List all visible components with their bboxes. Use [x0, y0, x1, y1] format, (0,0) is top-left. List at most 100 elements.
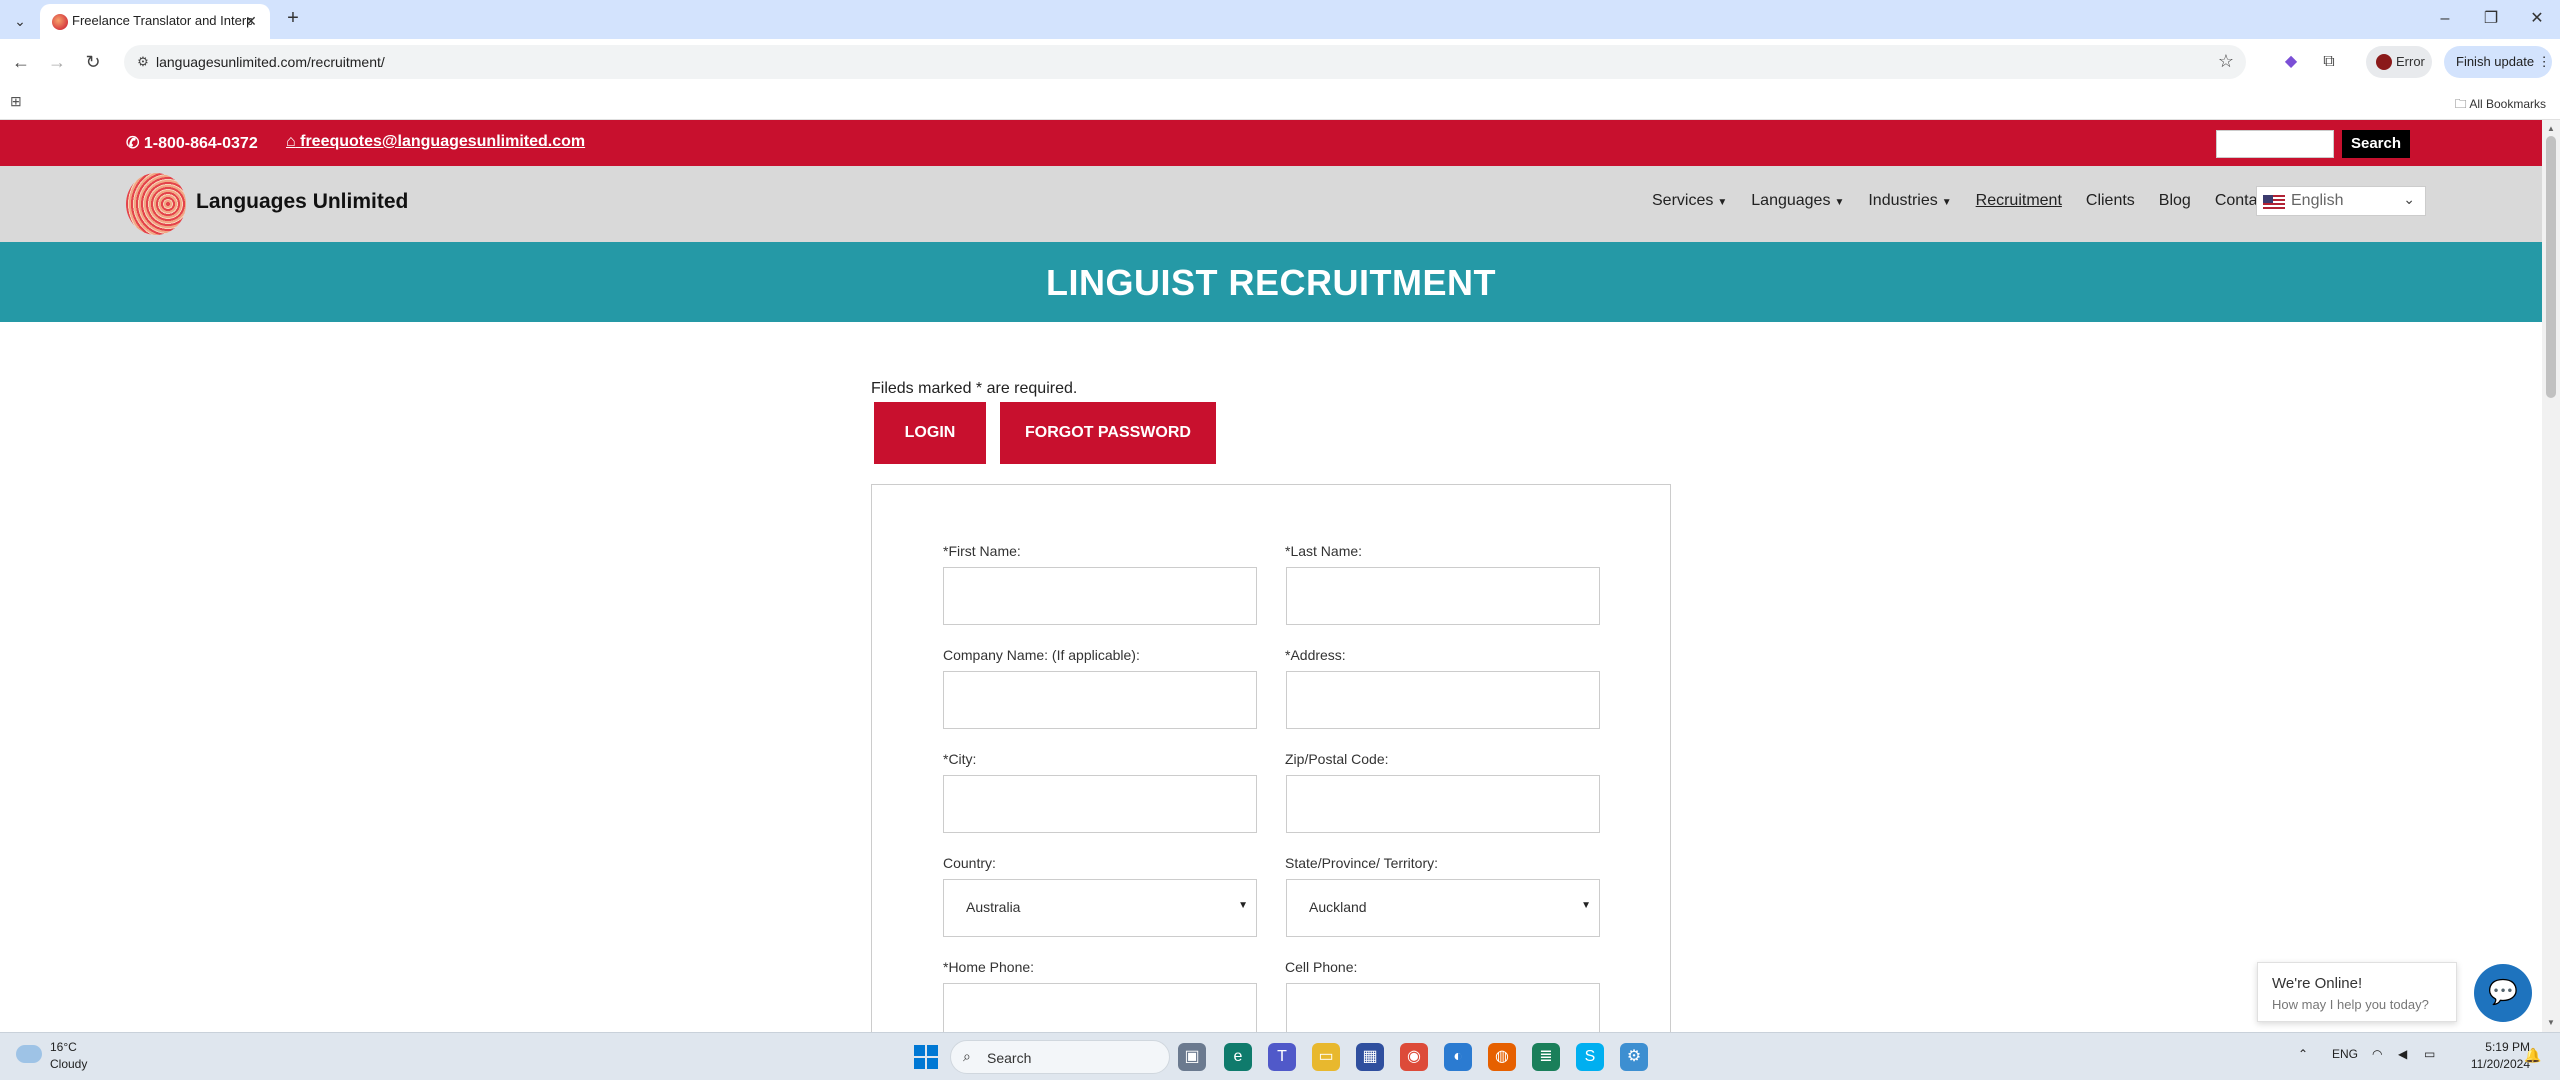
chat-prompt[interactable]: We're Online! How may I help you today? [2257, 962, 2457, 1022]
tab-close-icon[interactable]: ✕ [242, 12, 260, 30]
apps-grid-icon[interactable]: ⊞ [10, 93, 28, 111]
battery-icon[interactable]: ▭ [2424, 1047, 2435, 1061]
address-field[interactable] [1286, 671, 1600, 729]
back-icon[interactable]: ← [10, 51, 32, 73]
taskbar-search-label: Search [987, 1050, 1032, 1066]
nav-item-clients[interactable]: Clients [2086, 192, 2135, 216]
state-select[interactable]: Auckland ▼ [1286, 879, 1600, 937]
network-app-icon[interactable]: ⚙ [1620, 1043, 1648, 1071]
firefox-icon[interactable]: ◍ [1488, 1043, 1516, 1071]
bookmark-star-icon[interactable]: ☆ [2218, 51, 2234, 72]
url-text: languagesunlimited.com/recruitment/ [156, 54, 385, 70]
scroll-up-icon[interactable]: ▲ [2546, 124, 2556, 134]
volume-icon[interactable]: ◀ [2398, 1047, 2407, 1061]
nav-item-services[interactable]: Services ▼ [1652, 192, 1727, 216]
country-label: Country: [943, 855, 996, 871]
nav-item-recruitment[interactable]: Recruitment [1976, 192, 2062, 216]
caret-down-icon: ▼ [1238, 900, 1248, 911]
site-search-button[interactable]: Search [2342, 130, 2410, 158]
taskbar-search[interactable]: ⌕ Search [950, 1040, 1170, 1074]
logo-icon[interactable] [126, 173, 186, 235]
edge-icon[interactable]: e [1224, 1043, 1252, 1071]
address-bar[interactable]: ⚙ languagesunlimited.com/recruitment/ ☆ [124, 45, 2246, 79]
caret-down-icon: ▼ [1717, 197, 1728, 208]
nav-item-blog[interactable]: Blog [2159, 192, 2191, 216]
caret-down-icon: ▼ [1581, 900, 1591, 911]
reload-icon[interactable]: ↻ [82, 51, 104, 73]
login-button[interactable]: LOGIN [874, 402, 986, 464]
folder-icon: 🗀 [2454, 97, 2467, 111]
country-value: Australia [966, 899, 1021, 915]
home-icon: ⌂ [286, 133, 296, 150]
profile-error-button[interactable]: Error [2366, 46, 2432, 78]
start-icon[interactable] [914, 1045, 938, 1069]
finish-update-button[interactable]: Finish update ⋮ [2444, 46, 2552, 78]
email-link[interactable]: ⌂ freequotes@languagesunlimited.com [286, 133, 585, 151]
page-scrollbar[interactable]: ▲ ▼ [2542, 120, 2560, 1032]
clock-time[interactable]: 5:19 PM [2474, 1040, 2530, 1054]
first-name-field[interactable] [943, 567, 1257, 625]
logo-text[interactable]: Languages Unlimited [196, 190, 408, 214]
tray-chevron-icon[interactable]: ⌃ [2298, 1047, 2308, 1061]
phone-icon: ✆ [126, 135, 140, 152]
nav-label: Languages [1751, 192, 1831, 209]
input-language[interactable]: ENG [2332, 1047, 2358, 1061]
city-field[interactable] [943, 775, 1257, 833]
task-view-icon[interactable]: ▣ [1178, 1043, 1206, 1071]
page-banner: LINGUIST RECRUITMENT [0, 242, 2542, 322]
weather-description[interactable]: Cloudy [50, 1057, 87, 1071]
restore-icon[interactable]: ❐ [2476, 6, 2506, 32]
store-icon[interactable]: ▦ [1356, 1043, 1384, 1071]
cloud-icon[interactable] [16, 1045, 42, 1063]
zip-field[interactable] [1286, 775, 1600, 833]
company-name-label: Company Name: (If applicable): [943, 647, 1140, 663]
main-nav: Services ▼ Languages ▼ Industries ▼ Recruit… [1652, 192, 2294, 216]
site-favicon-icon [52, 14, 68, 30]
notification-bell-icon[interactable]: 🔔 [2524, 1047, 2541, 1064]
all-bookmarks-button[interactable]: 🗀 All Bookmarks [2455, 95, 2546, 116]
nav-item-languages[interactable]: Languages ▼ [1751, 192, 1844, 216]
notes-icon[interactable]: ≣ [1532, 1043, 1560, 1071]
nav-item-industries[interactable]: Industries ▼ [1868, 192, 1951, 216]
new-tab-icon[interactable]: + [282, 8, 304, 30]
weather-temperature[interactable]: 16°C [50, 1040, 77, 1054]
profile-avatar-icon [2376, 54, 2392, 70]
state-value: Auckland [1309, 899, 1367, 915]
nav-label: Industries [1868, 192, 1938, 209]
site-search-input[interactable] [2216, 130, 2334, 158]
recruitment-form: *First Name: *Last Name: Company Name: (… [871, 484, 1671, 1044]
chat-icon[interactable]: 💬 [2474, 964, 2532, 1022]
extensions-puzzle-icon[interactable]: ⧉ [2318, 51, 2340, 73]
country-select[interactable]: Australia ▼ [943, 879, 1257, 937]
scroll-down-icon[interactable]: ▼ [2546, 1018, 2556, 1028]
city-label: *City: [943, 751, 977, 767]
browser-toolbar: ← → ↻ ⚙ languagesunlimited.com/recruitme… [0, 39, 2560, 86]
tab-title: Freelance Translator and Interpreter [72, 13, 252, 28]
forgot-password-button[interactable]: FORGOT PASSWORD [1000, 402, 1216, 464]
teams-icon[interactable]: T [1268, 1043, 1296, 1071]
browser-tab[interactable]: Freelance Translator and Interpreter ✕ [40, 4, 270, 39]
clock-date[interactable]: 11/20/2024 [2452, 1057, 2530, 1071]
chrome-icon[interactable]: ◉ [1400, 1043, 1428, 1071]
file-explorer-icon[interactable]: ▭ [1312, 1043, 1340, 1071]
wifi-icon[interactable]: ◠ [2372, 1047, 2382, 1061]
finish-update-label: Finish update [2456, 54, 2535, 69]
app-icon[interactable]: ◐ [1444, 1043, 1472, 1071]
us-flag-icon [2263, 195, 2285, 209]
scroll-thumb[interactable] [2546, 136, 2556, 398]
chat-title: We're Online! [2272, 975, 2363, 992]
browser-tab-bar: ⌄ Freelance Translator and Interpreter ✕… [0, 0, 2560, 39]
tab-search-icon[interactable]: ⌄ [10, 11, 30, 31]
last-name-field[interactable] [1286, 567, 1600, 625]
minimize-icon[interactable]: – [2430, 6, 2460, 32]
site-info-icon[interactable]: ⚙ [134, 53, 152, 71]
caret-down-icon: ▼ [1834, 197, 1845, 208]
close-window-icon[interactable]: ✕ [2522, 6, 2552, 32]
extension-icon[interactable]: ◆ [2280, 51, 2302, 73]
nav-label: Services [1652, 192, 1714, 209]
language-selector[interactable]: English ⌄ [2256, 186, 2426, 216]
company-name-field[interactable] [943, 671, 1257, 729]
skype-icon[interactable]: S [1576, 1043, 1604, 1071]
forward-icon[interactable]: → [46, 51, 68, 73]
phone-link[interactable]: ✆ 1-800-864-0372 [126, 133, 258, 153]
